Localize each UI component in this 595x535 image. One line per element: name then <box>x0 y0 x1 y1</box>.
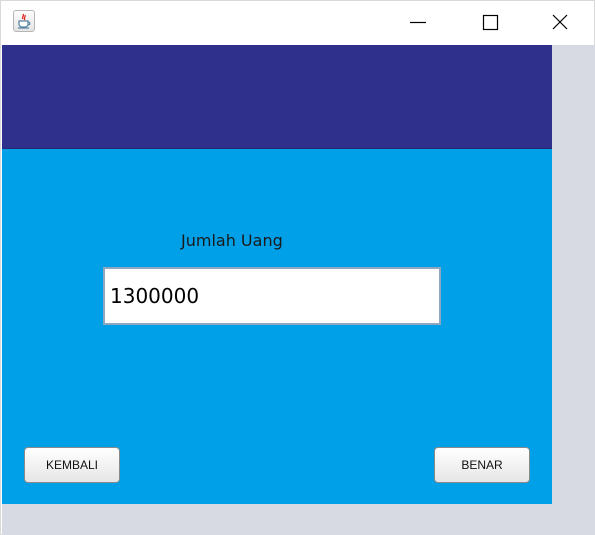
header-banner <box>2 45 552 149</box>
maximize-button[interactable] <box>467 1 513 45</box>
title-bar <box>1 1 594 45</box>
minimize-button[interactable] <box>397 1 443 45</box>
amount-input[interactable] <box>103 267 441 325</box>
confirm-button[interactable]: BENAR <box>434 447 530 483</box>
window-content: Jumlah Uang KEMBALI BENAR <box>2 45 595 535</box>
amount-label: Jumlah Uang <box>181 231 283 250</box>
minimize-icon <box>410 21 426 24</box>
app-window: Jumlah Uang KEMBALI BENAR <box>0 0 595 535</box>
back-button[interactable]: KEMBALI <box>24 447 120 483</box>
maximize-icon <box>482 14 499 31</box>
close-icon <box>552 14 568 30</box>
java-icon[interactable] <box>13 10 35 32</box>
close-button[interactable] <box>537 1 583 45</box>
form-panel: Jumlah Uang KEMBALI BENAR <box>2 149 552 504</box>
